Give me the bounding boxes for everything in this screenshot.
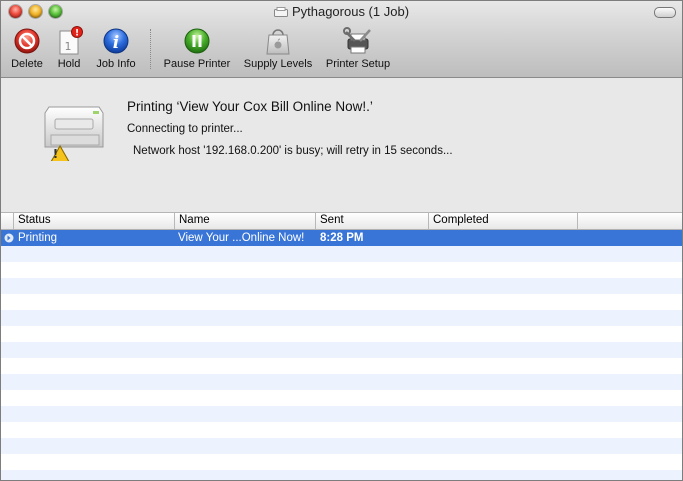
column-header-sent[interactable]: Sent: [316, 213, 429, 229]
supply-levels-label: Supply Levels: [243, 58, 313, 70]
printer-icon: !: [44, 106, 104, 166]
supply-levels-icon: [266, 29, 290, 55]
delete-button[interactable]: Delete: [7, 25, 47, 70]
printer-proxy-icon: [273, 7, 288, 17]
column-header-status[interactable]: Status: [14, 213, 175, 229]
job-title: Printing ‘View Your Cox Bill Online Now!…: [127, 99, 373, 114]
printer-icon-wrap: !: [41, 97, 107, 166]
toolbar: Delete 1 ! Hold i Job Info Pause Printer…: [1, 25, 682, 75]
empty-row: [1, 438, 682, 454]
empty-row: [1, 310, 682, 326]
jobs-table-body: Printing View Your ...Online Now! 8:28 P…: [1, 230, 682, 480]
delete-icon: [14, 28, 40, 54]
empty-row: [1, 390, 682, 406]
job-info-button[interactable]: i Job Info: [93, 25, 139, 70]
column-header-name[interactable]: Name: [175, 213, 316, 229]
svg-text:1: 1: [65, 40, 72, 53]
hold-label: Hold: [57, 58, 81, 70]
pause-printer-button[interactable]: Pause Printer: [161, 25, 233, 70]
empty-row: [1, 326, 682, 342]
title-toolbar: Pythagorous (1 Job) Delete 1 ! Hold i Jo…: [1, 1, 682, 78]
hold-icon: 1 !: [59, 26, 83, 55]
hold-button[interactable]: 1 ! Hold: [53, 25, 85, 70]
empty-row: [1, 358, 682, 374]
empty-row: [1, 246, 682, 262]
empty-row: [1, 454, 682, 470]
job-subtitle: Connecting to printer...: [127, 123, 243, 135]
printer-setup-label: Printer Setup: [325, 58, 391, 70]
empty-row: [1, 374, 682, 390]
row-status: Printing: [18, 232, 57, 244]
empty-row: [1, 342, 682, 358]
print-queue-window: Pythagorous (1 Job) Delete 1 ! Hold i Jo…: [0, 0, 683, 481]
job-info-label: Job Info: [96, 58, 136, 70]
window-title-area: Pythagorous (1 Job): [1, 4, 682, 19]
svg-text:!: !: [75, 29, 79, 39]
warning-mark: !: [53, 147, 58, 161]
jobs-table-header: Status Name Sent Completed: [1, 213, 682, 230]
column-header-indicator: [1, 213, 14, 229]
printer-setup-icon: [343, 27, 371, 54]
empty-row: [1, 470, 682, 480]
svg-text:i: i: [113, 33, 119, 53]
toolbar-toggle-button[interactable]: [654, 7, 676, 18]
row-name: View Your ...Online Now!: [178, 232, 305, 244]
delete-label: Delete: [11, 58, 43, 70]
job-status-area: ! Printing ‘View Your Cox Bill Online No…: [1, 78, 682, 213]
window-title: Pythagorous (1 Job): [291, 4, 410, 19]
pause-icon: [184, 28, 210, 54]
job-message: Network host '192.168.0.200' is busy; wi…: [133, 145, 453, 157]
job-info-icon: i: [103, 28, 129, 54]
supply-levels-button[interactable]: Supply Levels: [241, 25, 315, 70]
column-header-completed[interactable]: Completed: [429, 213, 578, 229]
pause-printer-label: Pause Printer: [163, 58, 231, 70]
toolbar-separator: [150, 29, 151, 69]
printer-setup-button[interactable]: Printer Setup: [321, 25, 395, 70]
column-header-filler: [578, 213, 682, 229]
empty-row: [1, 262, 682, 278]
empty-row: [1, 422, 682, 438]
empty-row: [1, 294, 682, 310]
table-row[interactable]: Printing View Your ...Online Now! 8:28 P…: [1, 230, 682, 246]
row-sent: 8:28 PM: [320, 232, 364, 244]
empty-row: [1, 406, 682, 422]
row-arrow-icon: [4, 233, 14, 243]
empty-row: [1, 278, 682, 294]
